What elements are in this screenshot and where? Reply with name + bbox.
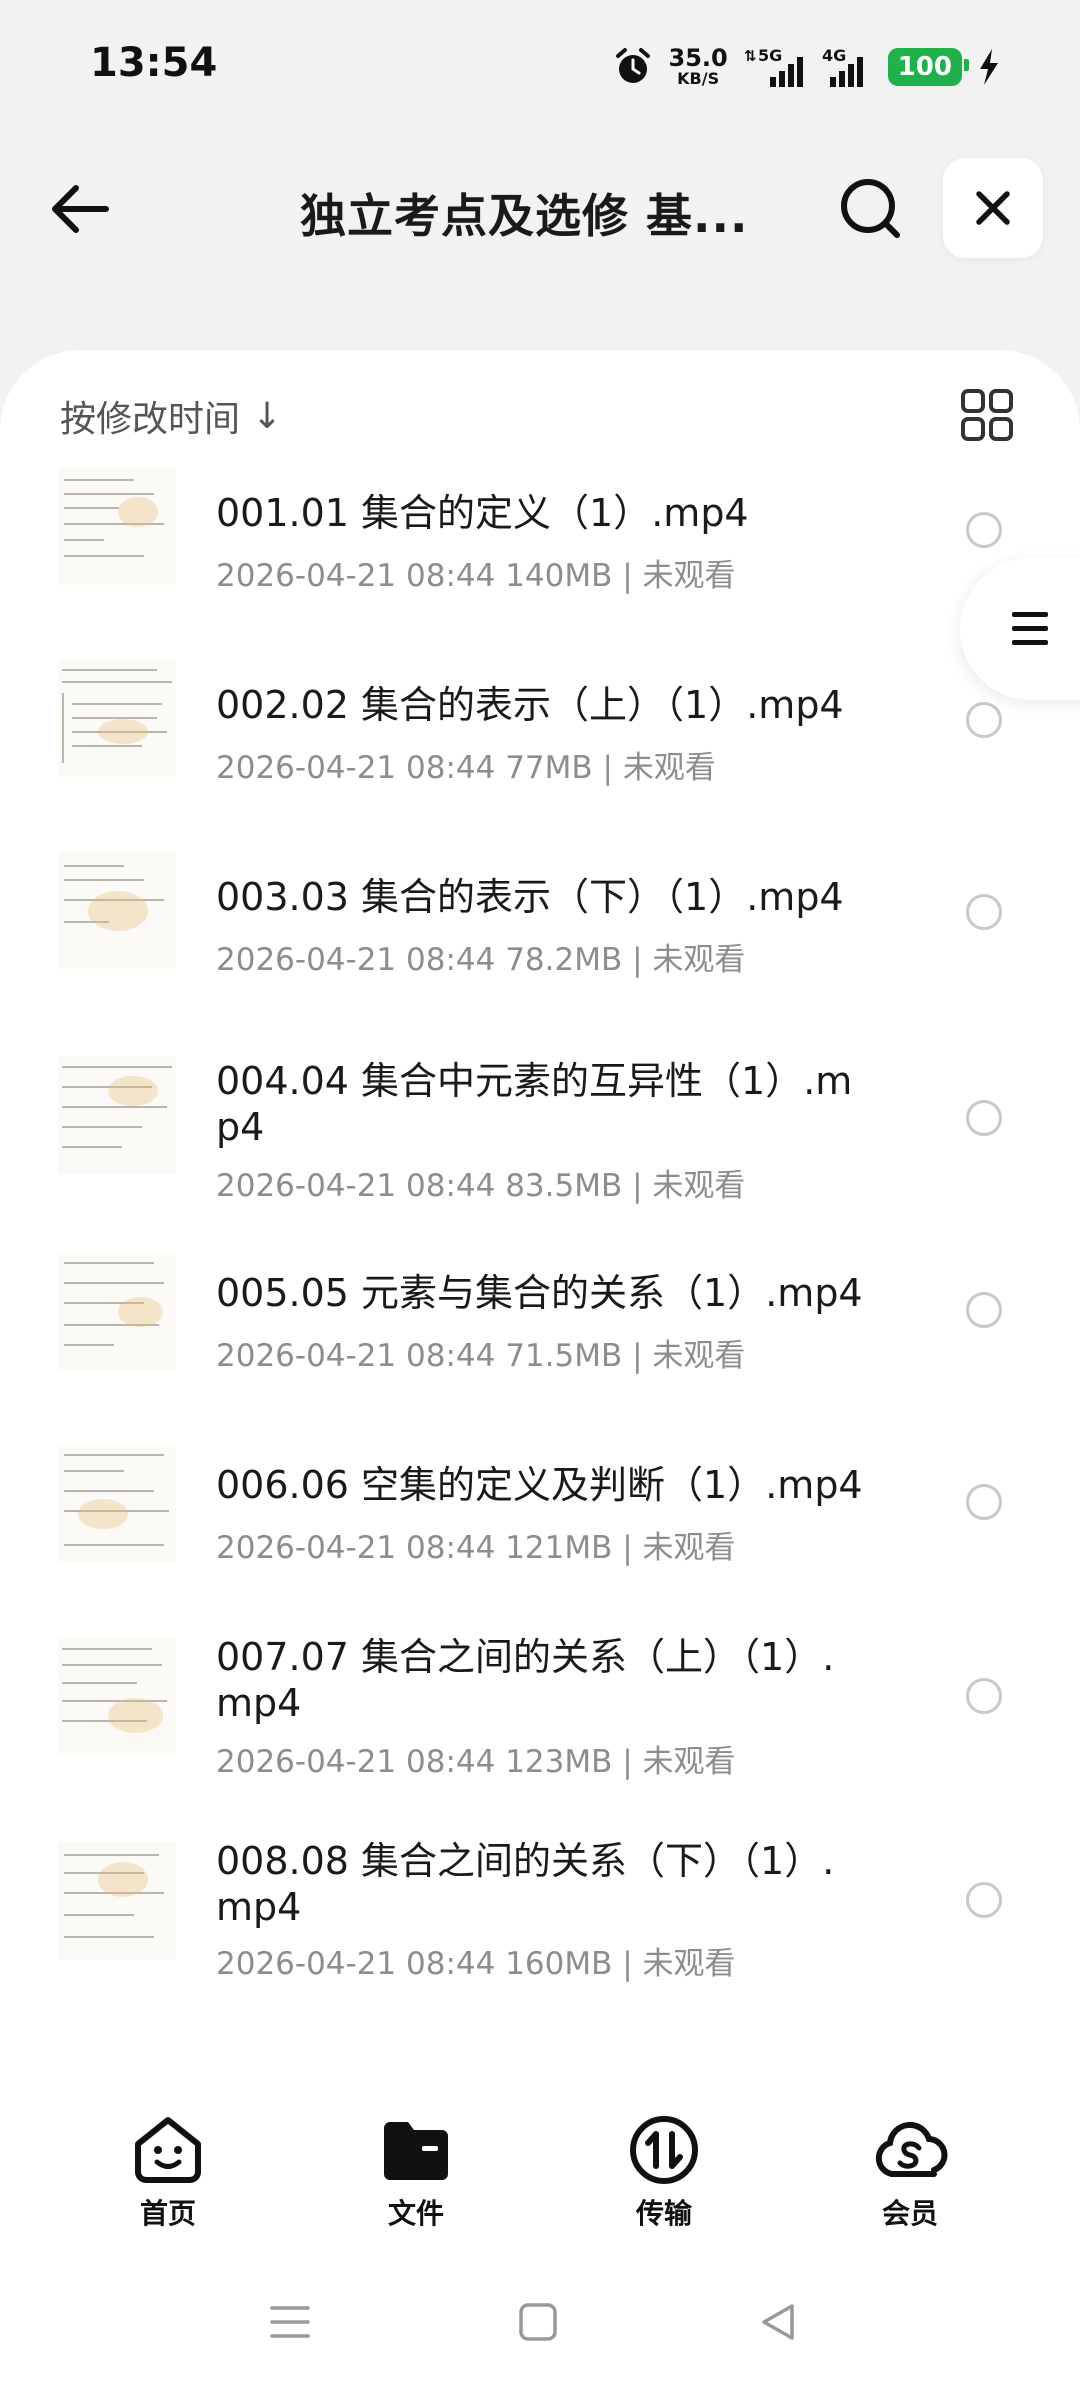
nav-home-label: 首页 [139, 2197, 196, 2230]
file-thumbnail [58, 1842, 176, 1960]
file-name: 002.02 集合的表示（上）（1）.mp4 [216, 683, 844, 727]
back-nav-button[interactable] [758, 2302, 798, 2346]
signal-4g-icon: 4G [822, 45, 872, 89]
file-thumbnail [58, 1638, 176, 1756]
nav-transfer-label: 传输 [635, 2197, 692, 2230]
nav-transfer[interactable]: 传输 [594, 2110, 734, 2232]
file-meta: 2026-04-21 08:44 78.2MB | 未观看 [216, 942, 746, 978]
file-thumbnail [58, 467, 176, 585]
arrow-left-icon [52, 185, 109, 233]
file-name: 007.07 集合之间的关系（上）（1）.mp4 [216, 1635, 835, 1725]
file-name: 004.04 集合中元素的互异性（1）.mp4 [216, 1059, 853, 1149]
status-icons: 35.0 KB/S ⇅ 5G 4G 100 [613, 42, 1001, 92]
select-radio[interactable] [966, 1882, 1002, 1918]
file-thumbnail [58, 1252, 176, 1370]
header: 独立考点及选修 基... [0, 150, 1080, 270]
cloud-member-icon [870, 2110, 950, 2190]
file-meta: 2026-04-21 08:44 83.5MB | 未观看 [216, 1168, 746, 1204]
close-icon [976, 191, 1010, 225]
svg-text:⇅: ⇅ [744, 47, 757, 65]
network-label: 5G [758, 46, 782, 65]
net-speed: 35.0 KB/S [668, 44, 728, 88]
home-face-icon [128, 2110, 208, 2190]
file-list-panel: 按修改时间 ↓ 001.01 集合的定义（1）.mp4 2026-04-21 0… [0, 350, 1080, 2392]
system-nav-bar [0, 2260, 1080, 2392]
file-name: 003.03 集合的表示（下）（1）.mp4 [216, 875, 844, 919]
file-thumbnail [58, 851, 176, 969]
recent-apps-button[interactable] [270, 2302, 310, 2346]
file-meta: 2026-04-21 08:44 71.5MB | 未观看 [216, 1338, 746, 1374]
close-button[interactable] [943, 158, 1043, 258]
file-thumbnail [58, 1056, 176, 1174]
transfer-icon [624, 2110, 704, 2190]
nav-member-label: 会员 [881, 2197, 938, 2230]
menu-icon [1012, 612, 1048, 645]
select-radio[interactable] [966, 1484, 1002, 1520]
file-name: 001.01 集合的定义（1）.mp4 [216, 491, 749, 535]
file-name: 006.06 空集的定义及判断（1）.mp4 [216, 1463, 863, 1507]
home-button[interactable] [518, 2302, 558, 2346]
file-meta: 2026-04-21 08:44 123MB | 未观看 [216, 1744, 736, 1780]
select-radio[interactable] [966, 1292, 1002, 1328]
square-icon [519, 2303, 557, 2341]
file-meta: 2026-04-21 08:44 140MB | 未观看 [216, 558, 736, 594]
sort-direction-icon: ↓ [252, 395, 283, 437]
select-radio[interactable] [966, 1100, 1002, 1136]
nav-files-label: 文件 [387, 2197, 444, 2230]
menu-lines-icon [270, 2306, 310, 2338]
status-time: 13:54 [90, 40, 218, 86]
file-meta: 2026-04-21 08:44 121MB | 未观看 [216, 1530, 736, 1566]
file-thumbnail [58, 1444, 176, 1562]
file-name: 005.05 元素与集合的关系（1）.mp4 [216, 1271, 863, 1315]
back-button[interactable] [46, 174, 116, 244]
signal-5g-icon: ⇅ 5G [744, 45, 806, 89]
search-icon [841, 179, 900, 238]
file-meta: 2026-04-21 08:44 77MB | 未观看 [216, 750, 716, 786]
page-title: 独立考点及选修 基... [300, 189, 749, 243]
grid-view-toggle[interactable] [960, 388, 1014, 442]
file-thumbnail [58, 659, 176, 777]
nav-home[interactable]: 首页 [98, 2110, 238, 2232]
nav-files[interactable]: 文件 [346, 2110, 486, 2232]
file-name: 008.08 集合之间的关系（下）（1）.mp4 [216, 1839, 835, 1929]
battery-indicator: 100 [887, 48, 970, 86]
search-button[interactable] [838, 176, 904, 242]
select-radio[interactable] [966, 512, 1002, 548]
network-label: 4G [822, 46, 846, 65]
triangle-back-icon [762, 2304, 794, 2340]
folder-icon [376, 2110, 456, 2190]
status-bar: 13:54 35.0 KB/S ⇅ 5G 4G 100 [0, 0, 1080, 130]
grid-icon [961, 389, 1013, 441]
nav-member[interactable]: 会员 [840, 2110, 980, 2232]
sort-label: 按修改时间 [60, 399, 241, 440]
select-radio[interactable] [966, 894, 1002, 930]
alarm-icon [613, 47, 653, 87]
select-radio[interactable] [966, 1678, 1002, 1714]
file-meta: 2026-04-21 08:44 160MB | 未观看 [216, 1946, 736, 1982]
bottom-nav: 首页 文件 传输 会员 [0, 2090, 1080, 2240]
charging-icon [978, 49, 1000, 85]
sort-selector[interactable]: 按修改时间 ↓ [60, 390, 282, 442]
select-radio[interactable] [966, 702, 1002, 738]
